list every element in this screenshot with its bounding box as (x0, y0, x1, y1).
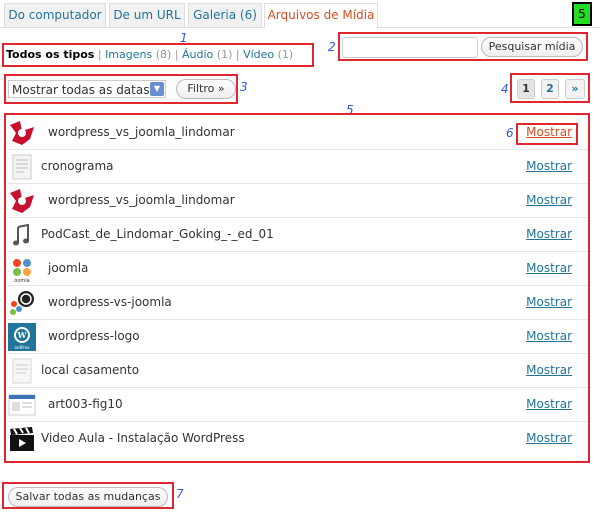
media-title: local casamento (41, 363, 140, 377)
show-link[interactable]: Mostrar (526, 295, 572, 309)
annotation-box-6 (516, 123, 578, 145)
media-title: cronograma (41, 159, 114, 173)
show-link[interactable]: Mostrar (526, 397, 572, 411)
media-row: wordpress-vs-joomla Mostrar (8, 286, 588, 320)
filter-audio[interactable]: Áudio (182, 48, 213, 61)
wp-vs-joomla-thumbnail-icon (8, 119, 36, 147)
chevron-down-icon: ▼ (150, 82, 164, 96)
media-tabs: Do computador De um URL Galeria (6) Arqu… (0, 0, 600, 28)
media-title: Video Aula - Instalação WordPress (41, 431, 245, 445)
show-link[interactable]: Mostrar (526, 261, 572, 275)
show-link[interactable]: Mostrar (526, 329, 572, 343)
tab-arquivos-de-midia[interactable]: Arquivos de Mídia (264, 3, 378, 28)
media-row: wordpress_vs_joomla_lindomar Mostrar (8, 184, 588, 218)
filter-video[interactable]: Vídeo (243, 48, 274, 61)
show-link[interactable]: Mostrar (526, 431, 572, 445)
document-thumbnail-icon (12, 154, 32, 180)
media-row: art003-fig10 Mostrar (8, 388, 588, 422)
search-media-button[interactable]: Pesquisar mídia (481, 37, 583, 57)
filter-audio-count: (1) (216, 48, 233, 61)
media-row: cronograma Mostrar (8, 150, 588, 184)
filter-button[interactable]: Filtro » (176, 79, 236, 99)
media-title: wordpress_vs_joomla_lindomar (48, 193, 235, 207)
filter-imagens-count: (8) (155, 48, 172, 61)
media-row: wordpress_vs_joomla_lindomar Mostrar (8, 116, 588, 150)
media-type-filters: Todos os tipos | Imagens (8) | Áudio (1)… (6, 48, 294, 61)
media-title: joomla (48, 261, 89, 275)
show-link[interactable]: Mostrar (526, 363, 572, 377)
save-all-changes-button[interactable]: Salvar todas as mudanças (8, 487, 168, 507)
date-filter-select[interactable]: Mostrar todas as datas ▼ (8, 80, 166, 98)
media-row: local casamento Mostrar (8, 354, 588, 388)
annotation-marker-5: 5 (572, 2, 592, 26)
show-link[interactable]: Mostrar (526, 193, 572, 207)
next-page-link[interactable]: » (565, 79, 585, 99)
annotation-number-6: 6 (506, 126, 514, 140)
filter-video-count: (1) (277, 48, 294, 61)
audio-file-icon (13, 223, 29, 246)
date-filter-selected: Mostrar todas as datas (12, 83, 150, 97)
search-input[interactable] (342, 37, 478, 58)
svg-text:oomla: oomla (14, 278, 29, 283)
video-clapper-icon (10, 427, 34, 451)
filter-imagens[interactable]: Imagens (105, 48, 152, 61)
joomla-logo-icon: oomla (10, 259, 34, 283)
annotation-number-7: 7 (176, 487, 184, 501)
wp-vs-joomla-thumbnail-icon (8, 187, 36, 215)
show-link[interactable]: Mostrar (526, 227, 572, 241)
svg-text:ordPres: ordPres (14, 345, 29, 350)
show-link[interactable]: Mostrar (526, 159, 572, 173)
wordpress-logo-icon: W ordPres (8, 323, 36, 351)
media-title: PodCast_de_Lindomar_Goking_-_ed_01 (41, 227, 274, 241)
tab-galeria[interactable]: Galeria (6) (188, 3, 262, 27)
annotation-number-3: 3 (240, 80, 248, 94)
wp-joomla-logo-icon (10, 291, 34, 315)
media-title: art003-fig10 (48, 397, 123, 411)
page-2-link[interactable]: 2 (541, 79, 559, 99)
media-row: Video Aula - Instalação WordPress Mostra… (8, 422, 588, 456)
tab-de-um-url[interactable]: De um URL (109, 3, 185, 27)
svg-text:W: W (17, 330, 28, 340)
media-row: oomla joomla Mostrar (8, 252, 588, 286)
media-title: wordpress-vs-joomla (48, 295, 172, 309)
filter-todos-os-tipos[interactable]: Todos os tipos (6, 48, 94, 61)
media-title: wordpress-logo (48, 329, 140, 343)
media-row: PodCast_de_Lindomar_Goking_-_ed_01 Mostr… (8, 218, 588, 252)
screenshot-thumbnail-icon (8, 394, 36, 416)
page-1-link[interactable]: 1 (517, 79, 535, 99)
media-row: W ordPres wordpress-logo Mostrar (8, 320, 588, 354)
tab-do-computador[interactable]: Do computador (4, 3, 106, 27)
annotation-number-4: 4 (501, 82, 509, 96)
document-thumbnail-icon (12, 358, 32, 384)
media-title: wordpress_vs_joomla_lindomar (48, 125, 235, 139)
annotation-number-2: 2 (328, 40, 336, 54)
